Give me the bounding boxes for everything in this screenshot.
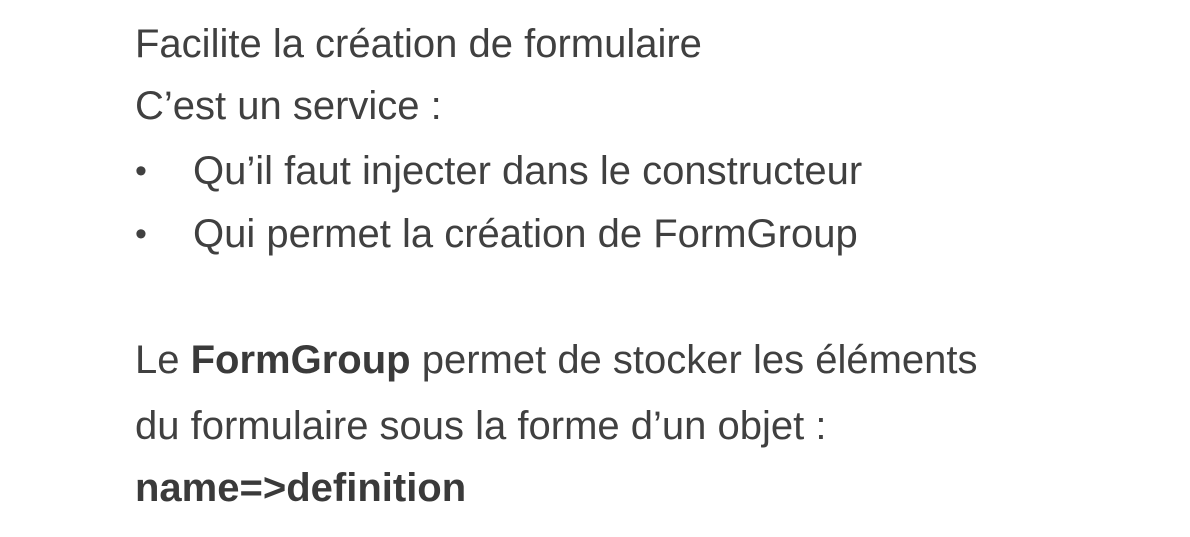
bullet-point-icon: • [135, 152, 147, 190]
bullet-item-injection: • Qu’il faut injecter dans le constructeu… [135, 147, 862, 195]
paragraph-line-1: Le FormGroup permet de stocker les éléme… [135, 336, 978, 384]
slide-content: Facilite la création de formulaire C’est… [0, 0, 1190, 537]
bullet-text: Qu’il faut injecter dans le constructeur [193, 149, 863, 193]
intro-line-1: Facilite la création de formulaire [135, 22, 702, 66]
paragraph-line-3: name=>definition [135, 466, 467, 510]
paragraph-line-2: du formulaire sous la forme d’un objet : [135, 404, 827, 448]
paragraph-suffix: permet de stocker les éléments [410, 338, 978, 382]
formgroup-term: FormGroup [190, 338, 411, 382]
bullet-text: Qui permet la création de FormGroup [193, 212, 858, 256]
bullet-item-formgroup: • Qui permet la création de FormGroup [135, 210, 858, 258]
intro-line-2: C’est un service : [135, 84, 442, 128]
bullet-point-icon: • [135, 215, 147, 253]
paragraph-prefix: Le [135, 338, 191, 382]
